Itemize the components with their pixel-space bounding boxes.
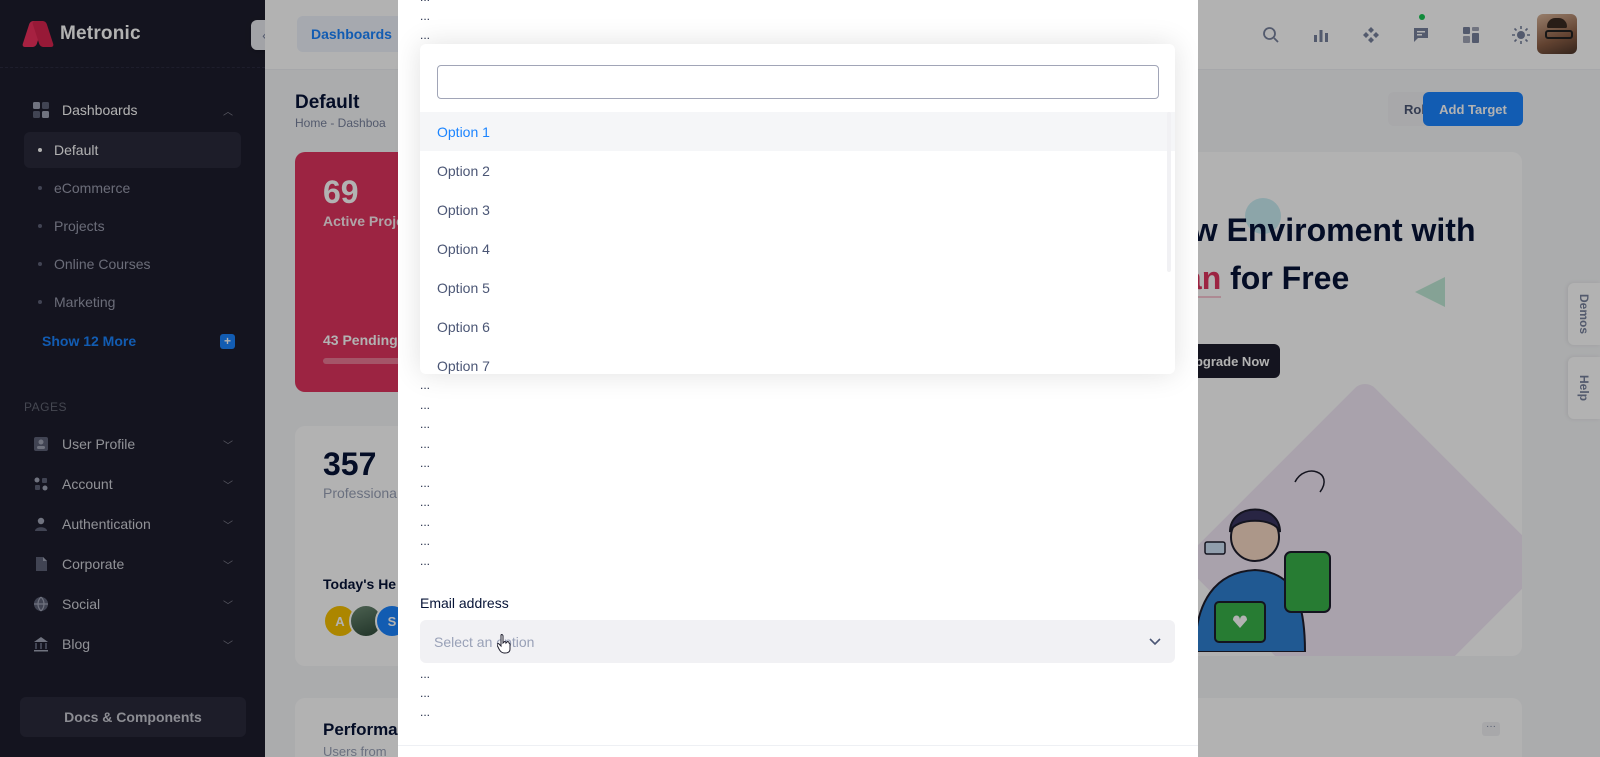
- ellipsis-text: ...: [420, 495, 431, 509]
- dropdown-option[interactable]: Option 6: [420, 307, 1175, 346]
- ellipsis-text: ...: [420, 705, 431, 719]
- select-dropdown-panel: Option 1 Option 2 Option 3 Option 4 Opti…: [420, 44, 1175, 374]
- ellipsis-text: ...: [420, 378, 431, 392]
- hand-cursor-icon: [497, 634, 511, 654]
- dropdown-option[interactable]: Option 7: [420, 346, 1175, 374]
- chevron-down-icon: [1149, 635, 1161, 649]
- dropdown-option[interactable]: Option 5: [420, 268, 1175, 307]
- ellipsis-text: ...: [420, 515, 431, 529]
- dropdown-option[interactable]: Option 2: [420, 151, 1175, 190]
- ellipsis-text: ...: [420, 398, 431, 412]
- ellipsis-text: ...: [420, 667, 431, 681]
- ellipsis-text: ...: [420, 28, 431, 42]
- ellipsis-text: ...: [420, 476, 431, 490]
- email-address-label: Email address: [420, 595, 509, 611]
- ellipsis-text: ...: [420, 534, 431, 548]
- ellipsis-text: ...: [420, 554, 431, 568]
- dropdown-option[interactable]: Option 3: [420, 190, 1175, 229]
- modal-footer-divider: [398, 745, 1198, 746]
- dropdown-scrollbar[interactable]: [1167, 112, 1171, 272]
- select-placeholder: Select an option: [434, 633, 535, 650]
- modal-dialog: ... ... ... Option 1 Option 2 Option 3 O…: [398, 0, 1198, 757]
- dropdown-options-list: Option 1 Option 2 Option 3 Option 4 Opti…: [420, 112, 1175, 374]
- ellipsis-text: ...: [420, 437, 431, 451]
- dropdown-search-input[interactable]: [437, 65, 1159, 99]
- ellipsis-text: ...: [420, 456, 431, 470]
- email-select-field[interactable]: Select an option: [420, 620, 1175, 663]
- ellipsis-text: ...: [420, 686, 431, 700]
- ellipsis-text: ...: [420, 417, 431, 431]
- ellipsis-text: ...: [420, 9, 431, 23]
- dropdown-option[interactable]: Option 4: [420, 229, 1175, 268]
- dropdown-option[interactable]: Option 1: [420, 112, 1175, 151]
